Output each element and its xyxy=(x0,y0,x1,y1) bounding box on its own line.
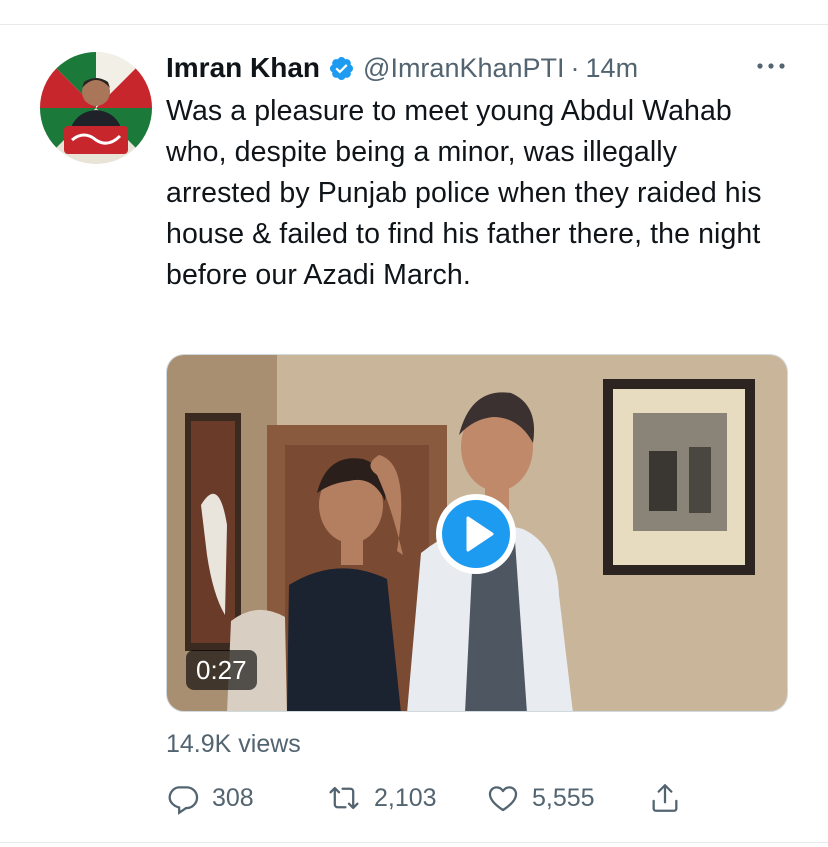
retweet-icon xyxy=(329,786,359,810)
reply-count: 308 xyxy=(212,783,254,812)
tweet-header: Imran Khan @ImranKhanPTI · 14m xyxy=(166,50,638,86)
more-icon xyxy=(757,63,785,69)
view-count[interactable]: 14.9K views xyxy=(166,730,301,759)
like-button[interactable]: 5,555 xyxy=(486,778,595,818)
avatar[interactable] xyxy=(40,52,152,164)
like-count: 5,555 xyxy=(532,783,595,812)
share-button[interactable] xyxy=(648,778,682,818)
retweet-button[interactable]: 2,103 xyxy=(326,778,437,818)
more-options-button[interactable] xyxy=(755,56,787,76)
reply-icon xyxy=(168,786,199,815)
top-divider xyxy=(0,24,828,25)
timestamp[interactable]: 14m xyxy=(586,53,639,84)
retweet-count: 2,103 xyxy=(374,783,437,812)
user-handle[interactable]: @ImranKhanPTI xyxy=(363,53,565,84)
separator-dot: · xyxy=(570,52,580,83)
play-button[interactable] xyxy=(436,494,516,574)
display-name[interactable]: Imran Khan xyxy=(166,52,320,84)
heart-icon xyxy=(488,786,518,812)
bottom-divider xyxy=(0,842,828,843)
verified-badge-icon xyxy=(328,55,355,82)
play-circle xyxy=(442,500,510,568)
action-bar: 308 2,103 5,555 xyxy=(166,778,786,818)
reply-button[interactable]: 308 xyxy=(166,778,254,818)
video-duration: 0:27 xyxy=(186,650,257,690)
profile-photo-icon xyxy=(40,52,152,164)
share-icon xyxy=(652,784,678,812)
play-icon xyxy=(466,516,494,552)
tweet-text: Was a pleasure to meet young Abdul Wahab… xyxy=(166,95,762,291)
